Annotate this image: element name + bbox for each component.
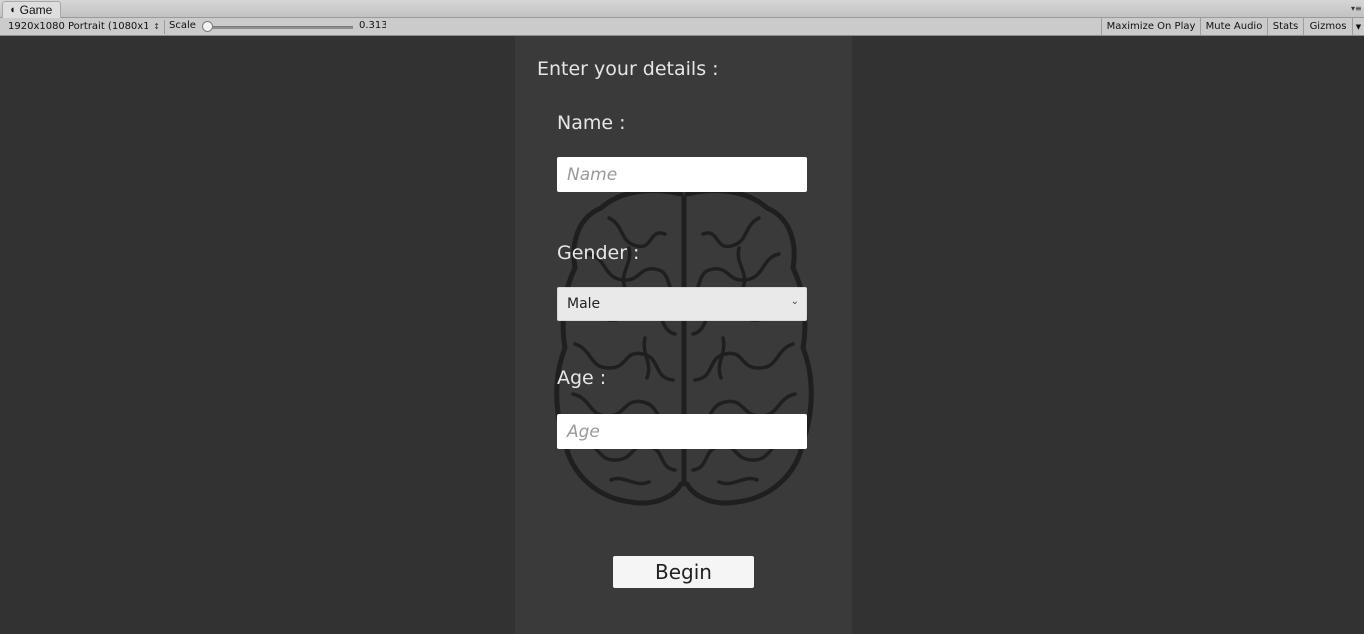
game-canvas: Enter your details : Name : Name Gender … (515, 36, 852, 634)
name-placeholder: Name (567, 164, 618, 185)
gizmos-dropdown-arrow-icon[interactable]: ▼ (1352, 18, 1364, 35)
chevron-down-icon: ⌄ (790, 296, 799, 307)
game-view-toolbar: 1920x1080 Portrait (1080x1920) ↕ Scale 0… (0, 18, 1364, 36)
pacman-game-icon: ◖ (9, 3, 16, 16)
game-tab-label: Game (19, 3, 53, 17)
scale-value: 0.313 (359, 20, 386, 31)
game-view: Enter your details : Name : Name Gender … (0, 36, 1364, 634)
toolbar-divider (164, 20, 165, 34)
game-tab[interactable]: ◖ Game (2, 1, 62, 18)
mute-audio-button[interactable]: Mute Audio (1200, 18, 1267, 35)
age-input[interactable]: Age (557, 414, 807, 449)
scale-slider-track[interactable] (205, 26, 353, 29)
editor-tab-bar: ◖ Game ▾≡ (0, 0, 1364, 18)
maximize-on-play-button[interactable]: Maximize On Play (1101, 18, 1200, 35)
begin-button[interactable]: Begin (613, 556, 754, 588)
panel-menu-icon[interactable]: ▾≡ (1351, 4, 1362, 13)
age-placeholder: Age (567, 421, 600, 442)
brain-icon (554, 188, 814, 506)
name-input[interactable]: Name (557, 157, 807, 192)
resolution-label: 1920x1080 Portrait (1080x1920) (8, 21, 148, 32)
gender-dropdown[interactable]: Male ⌄ (557, 287, 807, 321)
scale-label: Scale (169, 20, 196, 31)
name-label: Name : (557, 112, 626, 134)
form-title: Enter your details : (537, 58, 719, 80)
gizmos-button[interactable]: Gizmos (1303, 18, 1352, 35)
age-label: Age : (557, 367, 607, 389)
gender-label: Gender : (557, 242, 640, 264)
gender-selected-value: Male (567, 296, 601, 312)
scale-slider-thumb[interactable] (202, 21, 213, 32)
stats-button[interactable]: Stats (1267, 18, 1303, 35)
updown-arrows-icon: ↕ (153, 22, 160, 31)
resolution-dropdown[interactable]: 1920x1080 Portrait (1080x1920) ↕ (2, 19, 162, 34)
